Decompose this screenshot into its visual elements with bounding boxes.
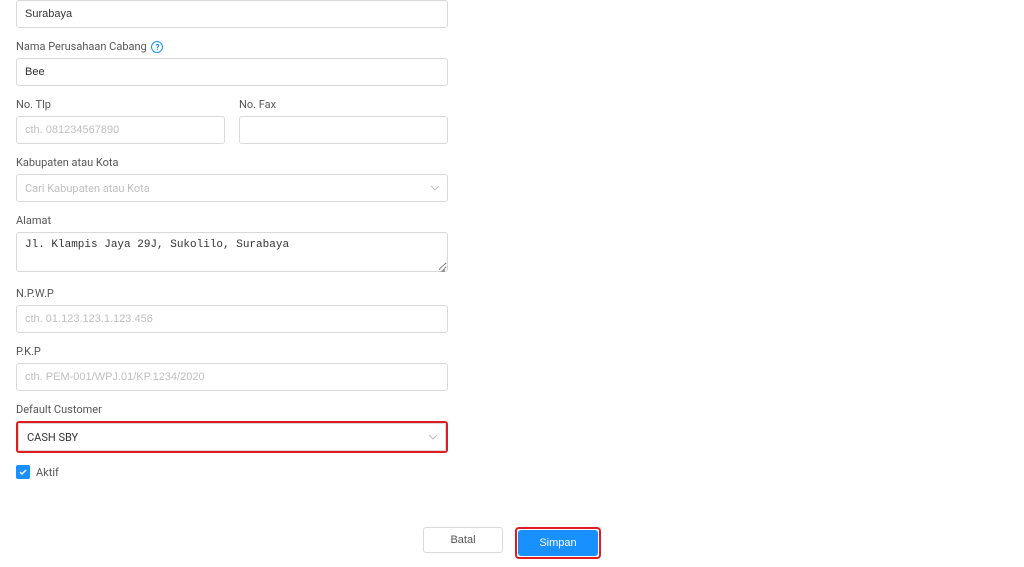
checkbox-checked-icon (16, 465, 30, 479)
default-customer-value: CASH SBY (18, 423, 446, 451)
nama-cabang-group: Nama Perusahaan Cabang ? (16, 40, 448, 86)
npwp-label: N.P.W.P (16, 287, 448, 300)
nama-cabang-label-text: Nama Perusahaan Cabang (16, 40, 147, 53)
pkp-group: P.K.P (16, 345, 448, 391)
cancel-button[interactable]: Batal (423, 527, 503, 553)
no-tlp-label: No. Tlp (16, 98, 225, 111)
info-icon[interactable]: ? (151, 41, 163, 53)
kabupaten-select[interactable]: Cari Kabupaten atau Kota (16, 174, 448, 202)
no-fax-label: No. Fax (239, 98, 448, 111)
kabupaten-label: Kabupaten atau Kota (16, 156, 448, 169)
no-tlp-group: No. Tlp (16, 98, 225, 144)
kabupaten-group: Kabupaten atau Kota Cari Kabupaten atau … (16, 156, 448, 202)
no-fax-group: No. Fax (239, 98, 448, 144)
aktif-label: Aktif (36, 466, 59, 479)
no-tlp-input[interactable] (16, 116, 225, 144)
pkp-input[interactable] (16, 363, 448, 391)
alamat-group: Alamat (16, 214, 448, 275)
field-top-input[interactable] (16, 0, 448, 28)
nama-cabang-label: Nama Perusahaan Cabang ? (16, 40, 448, 53)
save-button[interactable]: Simpan (518, 530, 598, 556)
npwp-group: N.P.W.P (16, 287, 448, 333)
npwp-input[interactable] (16, 305, 448, 333)
default-customer-group: Default Customer CASH SBY (16, 403, 448, 453)
alamat-label: Alamat (16, 214, 448, 227)
save-button-highlight: Simpan (515, 527, 601, 559)
no-fax-input[interactable] (239, 116, 448, 144)
pkp-label: P.K.P (16, 345, 448, 358)
default-customer-select[interactable]: CASH SBY (16, 421, 448, 453)
alamat-textarea[interactable] (16, 232, 448, 272)
footer-actions: Batal Simpan (16, 507, 1008, 567)
aktif-checkbox-row[interactable]: Aktif (16, 465, 448, 479)
nama-cabang-input[interactable] (16, 58, 448, 86)
default-customer-label: Default Customer (16, 403, 448, 416)
kabupaten-placeholder: Cari Kabupaten atau Kota (16, 174, 448, 202)
field-top-group (16, 0, 448, 28)
